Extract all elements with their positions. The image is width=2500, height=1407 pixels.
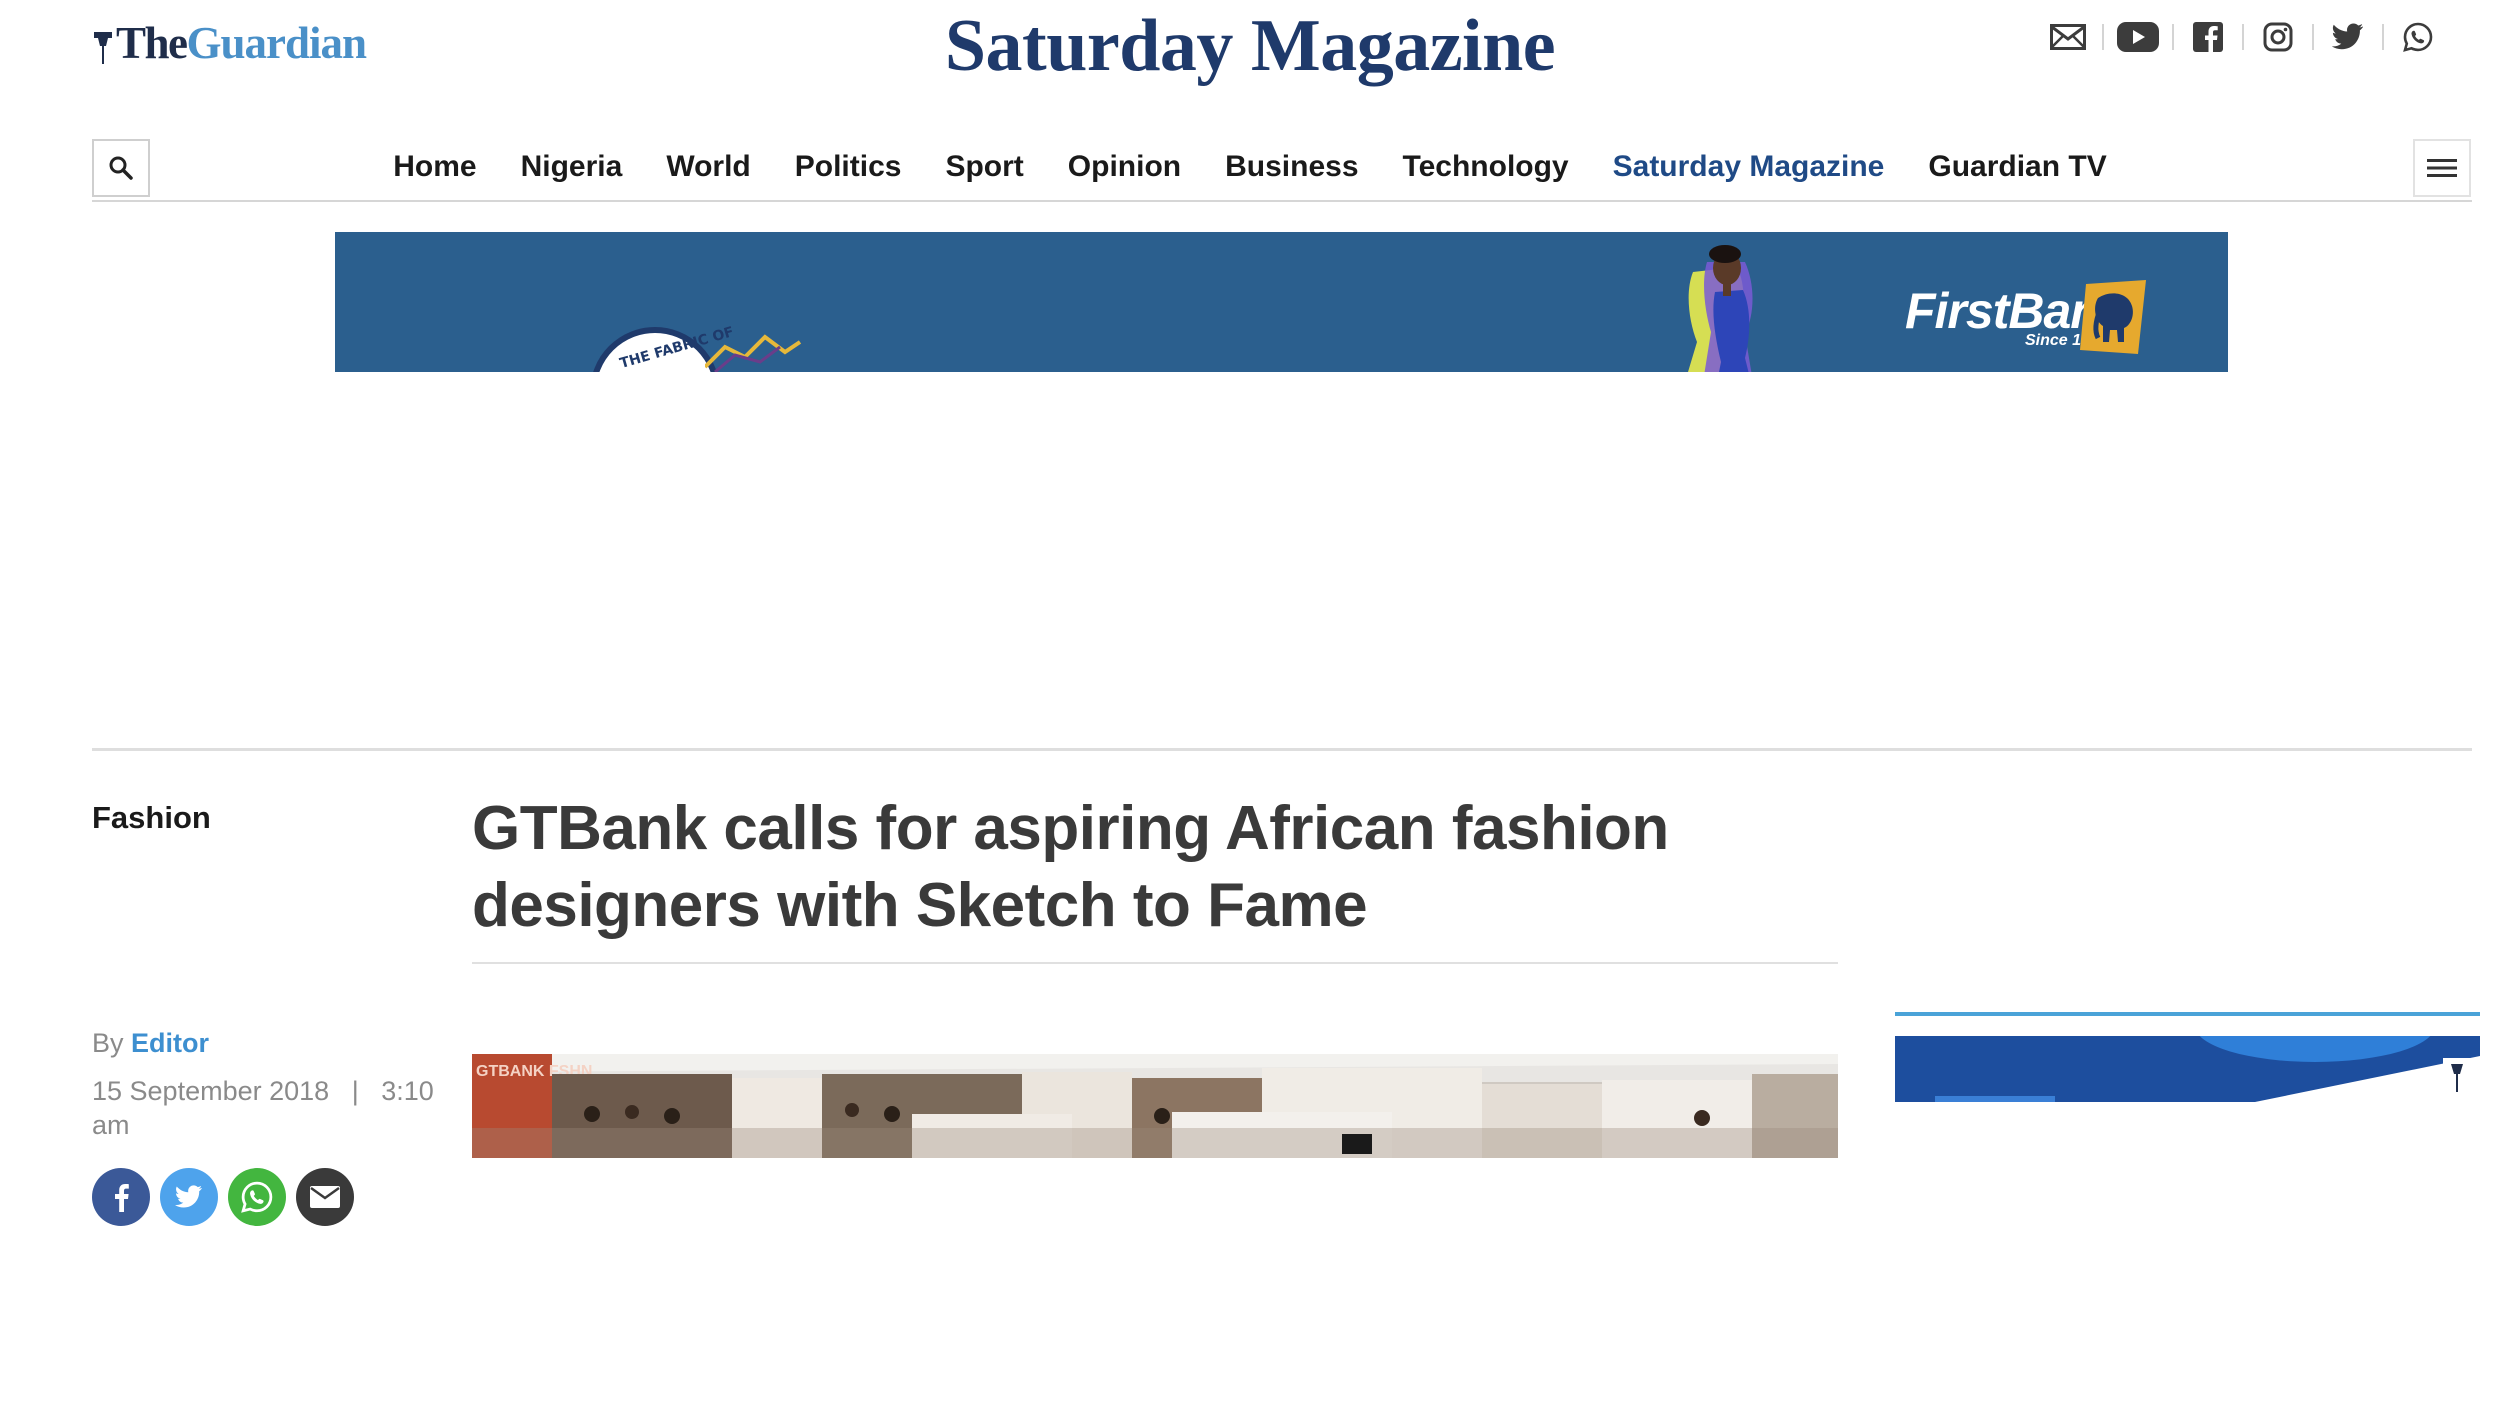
headline-divider xyxy=(472,962,1838,964)
menu-button[interactable] xyxy=(2413,139,2471,197)
date-separator: | xyxy=(351,1076,359,1106)
nav-item-politics[interactable]: Politics xyxy=(795,150,902,184)
nav-divider xyxy=(92,200,2472,202)
hamburger-icon xyxy=(2427,159,2457,177)
article-dateline: 15 September 2018 | 3:10 am xyxy=(92,1074,452,1142)
share-twitter-button[interactable] xyxy=(160,1168,218,1226)
whatsapp-icon[interactable] xyxy=(2396,18,2440,56)
youtube-icon[interactable] xyxy=(2116,18,2160,56)
social-divider xyxy=(2242,24,2244,50)
section-divider xyxy=(92,748,2472,751)
article-hero-image: GTBANK FSHN xyxy=(472,1054,1838,1158)
nav-item-world[interactable]: World xyxy=(666,150,750,184)
nav-item-nigeria[interactable]: Nigeria xyxy=(521,150,623,184)
facebook-icon xyxy=(115,1184,129,1212)
twitter-icon[interactable] xyxy=(2326,18,2370,56)
article-headline: GTBank calls for aspiring African fashio… xyxy=(472,794,1669,940)
social-links xyxy=(2046,18,2440,56)
share-email-button[interactable] xyxy=(296,1168,354,1226)
social-divider xyxy=(2172,24,2174,50)
mail-icon[interactable] xyxy=(2046,18,2090,56)
social-divider xyxy=(2102,24,2104,50)
article-byline: By Editor xyxy=(92,1028,209,1059)
exhibition-hall-photo: GTBANK FSHN xyxy=(472,1054,1838,1158)
nav-item-technology[interactable]: Technology xyxy=(1403,150,1569,184)
article-category[interactable]: Fashion xyxy=(92,800,211,836)
nav-item-home[interactable]: Home xyxy=(393,150,476,184)
share-buttons xyxy=(92,1168,354,1226)
instagram-icon[interactable] xyxy=(2256,18,2300,56)
author-link[interactable]: Editor xyxy=(131,1028,209,1058)
facebook-icon[interactable] xyxy=(2186,18,2230,56)
email-icon xyxy=(310,1186,340,1208)
ad-decoration-graphic xyxy=(705,334,802,372)
social-divider xyxy=(2312,24,2314,50)
nav-item-opinion[interactable]: Opinion xyxy=(1068,150,1181,184)
nav-item-sport[interactable]: Sport xyxy=(945,150,1023,184)
article-date: 15 September 2018 xyxy=(92,1076,330,1106)
ad-woman-figure xyxy=(1688,245,1753,372)
nav-item-business[interactable]: Business xyxy=(1225,150,1358,184)
nav-item-saturday-magazine[interactable]: Saturday Magazine xyxy=(1613,150,1885,184)
share-facebook-button[interactable] xyxy=(92,1168,150,1226)
elephant-logo-icon xyxy=(2080,280,2146,354)
main-nav: Home Nigeria World Politics Sport Opinio… xyxy=(0,142,2500,192)
byline-prefix: By xyxy=(92,1028,124,1058)
nav-item-guardian-tv[interactable]: Guardian TV xyxy=(1928,150,2106,184)
social-divider xyxy=(2382,24,2384,50)
firstbank-ad-banner[interactable]: THE FABRIC OF FirstBank Since 1894 xyxy=(335,232,2228,372)
sidebar-ad[interactable] xyxy=(1895,1036,2480,1102)
share-whatsapp-button[interactable] xyxy=(228,1168,286,1226)
sidebar-accent-rule xyxy=(1895,1012,2480,1016)
sidebar-ad-graphic xyxy=(1895,1036,2480,1102)
twitter-icon xyxy=(175,1185,202,1208)
whatsapp-icon xyxy=(241,1181,273,1213)
